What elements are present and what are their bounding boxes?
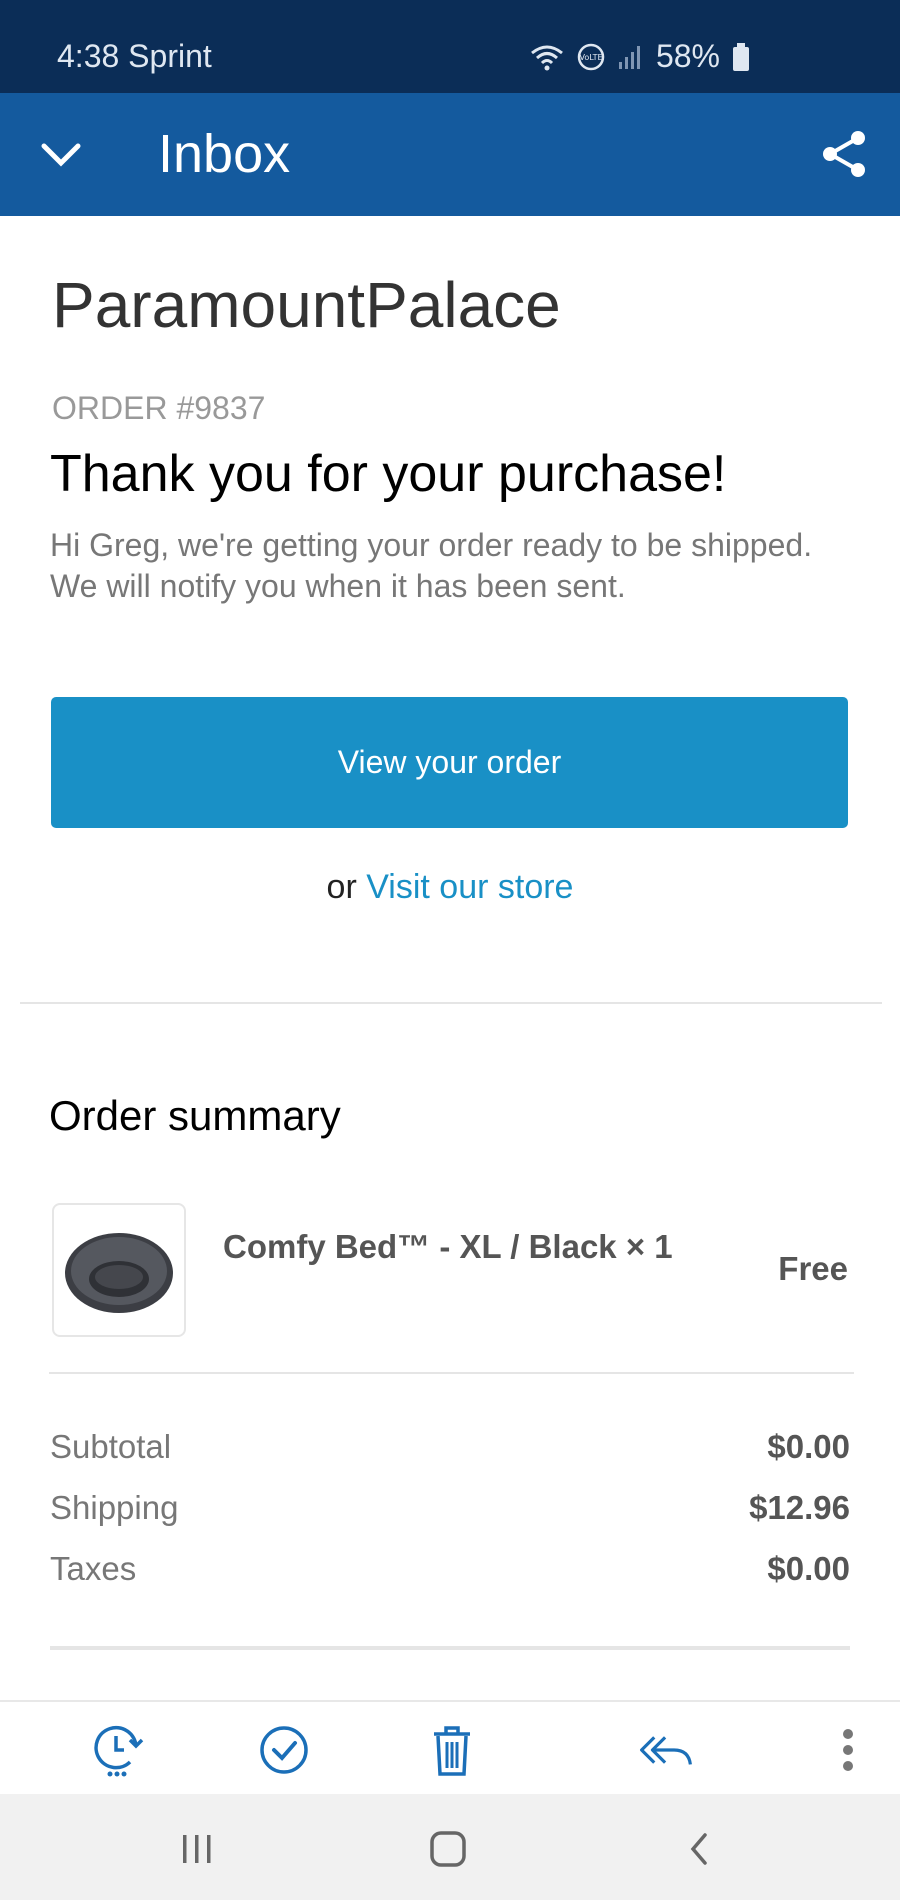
wifi-icon [531,45,563,70]
back-icon[interactable] [674,1824,724,1874]
snooze-icon[interactable] [90,1722,146,1778]
taxes-label: Taxes [50,1550,137,1587]
status-indicators: VoLTE 58% [530,38,750,75]
shipping-value: $12.96 [749,1489,850,1526]
status-clock: 4:38 [57,38,120,74]
email-headline: Thank you for your purchase! [50,445,727,503]
status-time: 4:38 Sprint [57,38,212,75]
divider [50,1646,850,1650]
divider [20,1002,882,1004]
view-order-button[interactable]: View your order [51,697,848,828]
taxes-row: Taxes $0.00 [50,1550,850,1588]
email-action-bar [0,1700,900,1794]
more-vertical-icon[interactable] [820,1722,876,1778]
product-image [52,1203,186,1337]
status-carrier: Sprint [128,38,212,74]
trash-icon[interactable] [424,1722,480,1778]
email-body: ParamountPalace ORDER #9837 Thank you fo… [0,216,900,1700]
app-bar: Inbox [0,93,900,216]
email-intro: Hi Greg, we're getting your order ready … [50,527,813,604]
status-bar: 4:38 Sprint VoLTE 58% [0,0,900,93]
check-icon[interactable] [256,1722,312,1778]
page-title: Inbox [158,124,291,184]
recent-apps-icon[interactable] [172,1824,222,1874]
subtotal-row: Subtotal $0.00 [50,1428,850,1466]
store-line: or Visit our store [0,868,900,907]
home-icon[interactable] [423,1824,473,1874]
divider [49,1372,854,1374]
product-name: Comfy Bed™ - XL / Black × 1 [223,1228,673,1265]
signal-icon [618,45,640,69]
volte-icon: VoLTE [577,43,605,70]
order-number: ORDER #9837 [52,390,266,426]
shop-name: ParamountPalace [52,269,561,341]
order-summary-title: Order summary [49,1092,341,1139]
battery-percent: 58% [655,38,720,74]
battery-icon [733,42,749,71]
shipping-label: Shipping [50,1489,179,1526]
subtotal-value: $0.00 [767,1428,850,1465]
svg-text:VoLTE: VoLTE [579,53,602,62]
taxes-value: $0.00 [767,1550,850,1587]
subtotal-label: Subtotal [50,1428,172,1465]
chevron-down-icon[interactable] [38,131,84,177]
product-price: Free [778,1250,848,1287]
system-nav-bar [0,1794,900,1900]
visit-store-link[interactable]: Visit our store [366,868,573,906]
store-prefix: or [326,868,357,906]
share-icon[interactable] [820,129,870,179]
shipping-row: Shipping $12.96 [50,1489,850,1527]
reply-all-icon[interactable] [638,1722,694,1778]
